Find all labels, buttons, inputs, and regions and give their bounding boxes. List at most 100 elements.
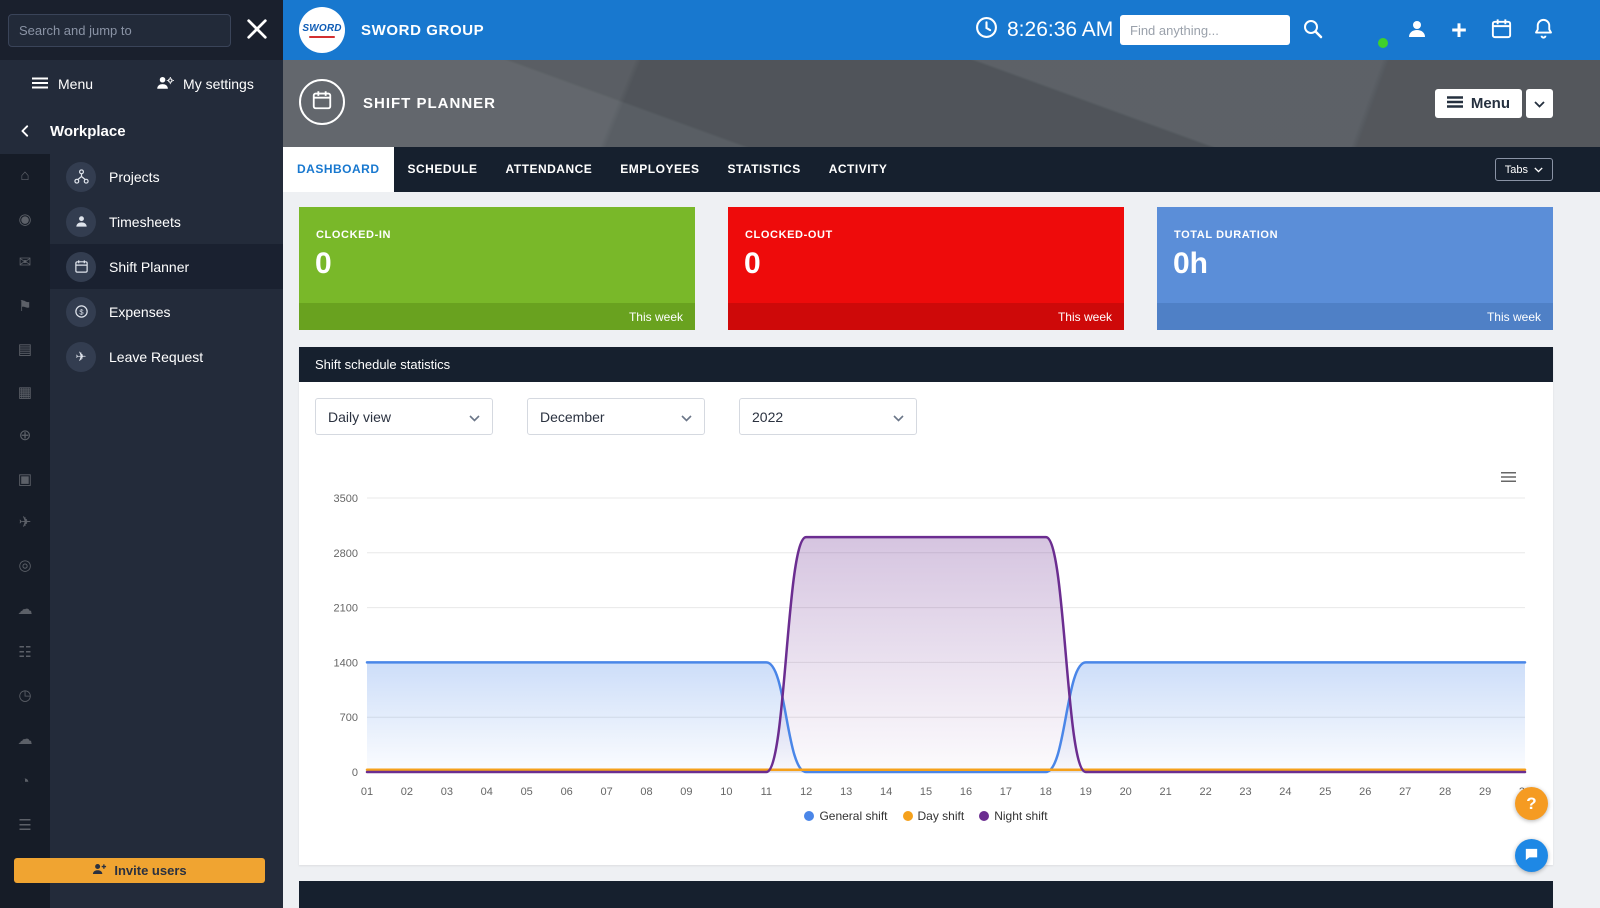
- bell-icon: [1532, 17, 1555, 43]
- current-time: 8:26:36 AM: [1007, 18, 1113, 42]
- sidebar-item-label: Shift Planner: [109, 259, 189, 275]
- tab-bar: Tabs DASHBOARDSCHEDULEATTENDANCEEMPLOYEE…: [283, 147, 1600, 192]
- sidebar-item-label: Projects: [109, 169, 160, 185]
- tab-statistics[interactable]: STATISTICS: [713, 147, 814, 192]
- sidebar-item-projects[interactable]: Projects: [50, 154, 283, 199]
- svg-text:01: 01: [361, 786, 373, 798]
- svg-text:04: 04: [481, 786, 493, 798]
- year-select[interactable]: 2022: [739, 398, 917, 435]
- select-value: Daily view: [328, 409, 391, 425]
- tab-attendance[interactable]: ATTENDANCE: [492, 147, 607, 192]
- card-label: CLOCKED-IN: [316, 229, 391, 241]
- hamburger-icon: [32, 76, 48, 92]
- clock-icon: [975, 16, 998, 44]
- svg-text:18: 18: [1040, 786, 1052, 798]
- logo-swoosh: [309, 36, 335, 38]
- svg-text:07: 07: [600, 786, 612, 798]
- stat-card-total-duration: TOTAL DURATION0hThis week: [1157, 207, 1553, 330]
- menu-toggle-label: Menu: [58, 76, 93, 92]
- svg-text:25: 25: [1319, 786, 1331, 798]
- cloud-icon[interactable]: ☁: [0, 587, 50, 630]
- cloud2-icon[interactable]: ☁: [0, 717, 50, 760]
- tab-employees[interactable]: EMPLOYEES: [606, 147, 713, 192]
- page-title: SHIFT PLANNER: [363, 95, 496, 112]
- search-icon[interactable]: ◎: [0, 544, 50, 587]
- svg-text:26: 26: [1359, 786, 1371, 798]
- invite-users-button[interactable]: Invite users: [14, 858, 265, 883]
- header-menu-caret-button[interactable]: [1526, 89, 1553, 118]
- profile-button[interactable]: [1401, 14, 1433, 46]
- shift-chart: 0700140021002800350001020304050607080910…: [307, 482, 1537, 802]
- notifications-button[interactable]: [1527, 14, 1559, 46]
- flag-icon[interactable]: ⚑: [0, 284, 50, 327]
- jump-search-input[interactable]: [8, 14, 231, 47]
- chat-button[interactable]: [1515, 839, 1548, 872]
- sidebar-item-timesheets[interactable]: Timesheets: [50, 199, 283, 244]
- stat-card-clocked-in: CLOCKED-IN0This week: [299, 207, 695, 330]
- my-settings-label: My settings: [183, 76, 254, 92]
- expenses-icon: $: [66, 297, 96, 327]
- help-button[interactable]: ?: [1515, 787, 1548, 820]
- clock-icon[interactable]: ◷: [0, 674, 50, 717]
- chevron-down-icon: [1534, 164, 1543, 176]
- quick-add-button[interactable]: +: [1443, 14, 1475, 46]
- svg-text:09: 09: [680, 786, 692, 798]
- legend-item[interactable]: General shift: [804, 809, 887, 823]
- svg-text:17: 17: [1000, 786, 1012, 798]
- sidebar-item-label: Leave Request: [109, 349, 203, 365]
- legend-item[interactable]: Day shift: [903, 809, 965, 823]
- svg-text:15: 15: [920, 786, 932, 798]
- sidebar-item-leave-request[interactable]: ✈ Leave Request: [50, 334, 283, 379]
- card-value: 0h: [1173, 247, 1208, 281]
- svg-text:2100: 2100: [334, 603, 358, 615]
- people-icon[interactable]: ◉: [0, 197, 50, 240]
- tab-schedule[interactable]: SCHEDULE: [394, 147, 492, 192]
- calendar-button[interactable]: [1485, 14, 1517, 46]
- svg-text:$: $: [79, 307, 84, 316]
- month-select[interactable]: December: [527, 398, 705, 435]
- invite-users-label: Invite users: [114, 863, 186, 878]
- svg-text:27: 27: [1399, 786, 1411, 798]
- menu-toggle[interactable]: Menu: [32, 76, 93, 92]
- svg-text:11: 11: [761, 786, 772, 798]
- svg-text:13: 13: [840, 786, 852, 798]
- grid-icon[interactable]: ▦: [0, 370, 50, 413]
- my-settings-link[interactable]: My settings: [155, 74, 254, 95]
- home-icon[interactable]: ⌂: [0, 154, 50, 197]
- chart-icon[interactable]: ◔: [0, 760, 50, 803]
- svg-text:19: 19: [1080, 786, 1092, 798]
- sidebar-item-shift-planner[interactable]: Shift Planner: [50, 244, 283, 289]
- online-status-dot: [1378, 38, 1388, 48]
- icon-rail: ⌂◉✉⚑▤▦⊕▣✈◎☁☷◷☁◔☰: [0, 154, 50, 908]
- menu-lines-icon[interactable]: ☰: [0, 803, 50, 846]
- header-menu-button[interactable]: Menu: [1435, 89, 1522, 118]
- close-sidebar-button[interactable]: [237, 10, 277, 50]
- legend-item[interactable]: Night shift: [979, 809, 1047, 823]
- tab-activity[interactable]: ACTIVITY: [815, 147, 902, 192]
- card-label: CLOCKED-OUT: [745, 229, 833, 241]
- statistics-panel: Shift schedule statistics Daily viewDece…: [299, 347, 1553, 865]
- card-icon[interactable]: ▤: [0, 327, 50, 370]
- svg-text:2800: 2800: [334, 548, 358, 560]
- add-user-icon: [92, 862, 107, 879]
- content: CLOCKED-IN0This weekCLOCKED-OUT0This wee…: [283, 192, 1600, 908]
- message-icon[interactable]: ✉: [0, 241, 50, 284]
- tab-dashboard[interactable]: DASHBOARD: [283, 147, 394, 192]
- global-search-input[interactable]: [1120, 15, 1290, 45]
- network-icon[interactable]: ⊕: [0, 414, 50, 457]
- svg-text:12: 12: [800, 786, 812, 798]
- sidebar-item-expenses[interactable]: $Expenses: [50, 289, 283, 334]
- folder-icon[interactable]: ▣: [0, 457, 50, 500]
- svg-text:1400: 1400: [334, 657, 358, 669]
- svg-text:03: 03: [441, 786, 453, 798]
- workplace-back[interactable]: Workplace: [0, 108, 283, 154]
- leave-request-icon: ✈: [66, 342, 96, 372]
- back-chevron-icon: [18, 124, 32, 138]
- select-value: December: [540, 409, 605, 425]
- view-select[interactable]: Daily view: [315, 398, 493, 435]
- plane-icon[interactable]: ✈: [0, 500, 50, 543]
- tabs-dropdown-button[interactable]: Tabs: [1495, 158, 1553, 181]
- sword-logo[interactable]: SWORD: [299, 7, 345, 53]
- list-icon[interactable]: ☷: [0, 630, 50, 673]
- search-button[interactable]: [1297, 14, 1329, 46]
